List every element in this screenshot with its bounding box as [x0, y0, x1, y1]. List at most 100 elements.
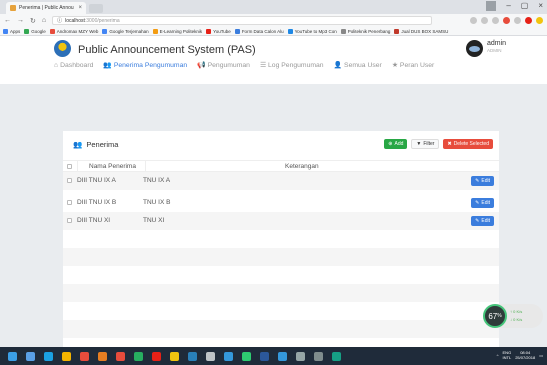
favicon-icon: [10, 5, 16, 11]
tab-title: Penerima | Public Annou: [19, 5, 74, 11]
app-icon[interactable]: [80, 351, 89, 361]
forward-icon[interactable]: →: [17, 17, 24, 24]
opera-icon[interactable]: [152, 351, 161, 361]
row-checkbox[interactable]: [67, 200, 72, 205]
menu-item-penerima[interactable]: 👥 Penerima Pengumuman: [103, 61, 187, 70]
bookmark-item[interactable]: E-Learning Politeknik: [152, 28, 202, 34]
row-note: TNU IX B: [143, 199, 171, 206]
maximize-icon[interactable]: ▢: [521, 1, 529, 11]
network-speed-widget[interactable]: 67% ↑ 0 K/s ↓ 0 K/s: [483, 304, 543, 328]
new-tab-button[interactable]: [89, 4, 103, 13]
upload-speed: ↑ 0 K/s: [510, 309, 523, 314]
edit-button[interactable]: ✎ Edit: [471, 176, 494, 186]
user-avatar[interactable]: [466, 40, 483, 57]
zoom-icon[interactable]: [470, 17, 477, 24]
app-icon[interactable]: [332, 351, 341, 361]
column-divider: [77, 161, 78, 172]
reload-icon[interactable]: ↻: [30, 17, 36, 25]
bookmark-icon: [102, 28, 108, 34]
bookmark-icon: [24, 28, 30, 34]
download-speed: ↓ 0 K/s: [510, 317, 523, 322]
app-icon[interactable]: [224, 351, 233, 361]
bookmark-item[interactable]: Form Data Calon Alu: [234, 28, 284, 34]
app-icon[interactable]: [134, 351, 143, 361]
app-title: Public Announcement System (PAS): [78, 44, 256, 56]
opera-icon[interactable]: [525, 17, 532, 24]
bookmark-item[interactable]: Apps: [3, 28, 20, 34]
bookmark-item[interactable]: Google: [24, 28, 46, 34]
bookmark-item[interactable]: Politeknik Penerbang: [340, 28, 390, 34]
extension-icon[interactable]: [536, 17, 543, 24]
bookmark-icon: [340, 28, 346, 34]
app-icon[interactable]: [98, 351, 107, 361]
row-checkbox[interactable]: [67, 218, 72, 223]
empty-row: [63, 284, 499, 302]
menu-item-roles[interactable]: ★ Peran User: [392, 61, 434, 70]
chevron-up-icon[interactable]: ^: [497, 353, 499, 358]
app-icon[interactable]: [44, 351, 53, 361]
extension-icon[interactable]: [514, 17, 521, 24]
folder-icon[interactable]: [170, 351, 179, 361]
menu-item-users[interactable]: 👤 Semua User: [334, 61, 382, 70]
bookmark-icon: [287, 28, 293, 34]
windows-start-icon[interactable]: [8, 351, 17, 361]
app-icon[interactable]: [242, 351, 251, 361]
filter-button[interactable]: ▼ Filter: [411, 139, 440, 149]
word-icon[interactable]: [260, 351, 269, 361]
chrome-icon[interactable]: [62, 351, 71, 361]
bookmark-item[interactable]: Andromax MZY Web: [49, 28, 98, 34]
filter-icon: ▼: [416, 141, 422, 147]
search-icon[interactable]: [26, 351, 35, 361]
select-all-checkbox[interactable]: [67, 164, 72, 169]
menu-item-dashboard[interactable]: ⌂ Dashboard: [54, 61, 93, 69]
row-name: DIII TNU XI: [77, 217, 111, 224]
extension-icons: [470, 17, 543, 24]
bookmark-icon: [152, 28, 158, 34]
edit-button[interactable]: ✎ Edit: [471, 198, 494, 208]
tab-close-icon[interactable]: ×: [78, 5, 82, 11]
row-note: TNU IX A: [143, 177, 171, 184]
menu-item-pengumuman[interactable]: 📢 Pengumuman: [197, 61, 250, 70]
minimize-icon[interactable]: –: [506, 1, 510, 11]
clock[interactable]: 08:04 25/07/2018: [515, 350, 535, 360]
app-icon[interactable]: [116, 351, 125, 361]
app-icon[interactable]: [188, 351, 197, 361]
row-checkbox[interactable]: [67, 178, 72, 183]
empty-row: [63, 248, 499, 266]
back-icon[interactable]: ←: [4, 17, 11, 24]
bookmark-star-icon[interactable]: [481, 17, 488, 24]
app-logo: [54, 40, 71, 57]
gear-icon[interactable]: [296, 351, 305, 361]
extension-icon[interactable]: [503, 17, 510, 24]
speed-percent: 67%: [483, 304, 507, 328]
bookmark-item[interactable]: Google Terjemahan: [102, 28, 149, 34]
column-header-name[interactable]: Nama Penerima: [89, 163, 136, 170]
app-icon[interactable]: [314, 351, 323, 361]
address-bar[interactable]: ⓘ localhost:3000/penerima: [52, 16, 433, 25]
profile-icon[interactable]: [486, 1, 497, 11]
home-icon[interactable]: ⌂: [42, 17, 46, 24]
table-header: Nama Penerima Keterangan: [63, 160, 499, 172]
close-window-icon[interactable]: ×: [538, 1, 543, 11]
bookmark-item[interactable]: YouTube: [206, 28, 231, 34]
extension-icon[interactable]: [492, 17, 499, 24]
url-host: localhost: [65, 17, 85, 24]
user-name[interactable]: admin: [487, 40, 506, 47]
edit-icon: ✎: [475, 178, 480, 184]
app-icon[interactable]: [206, 351, 215, 361]
bookmark-item[interactable]: YouTube to Mp3 Con: [287, 28, 337, 34]
delete-selected-button[interactable]: ✖ Delete Selected: [443, 139, 493, 149]
notification-icon[interactable]: ▭: [539, 353, 543, 358]
menu-item-log[interactable]: ☰ Log Pengumuman: [260, 61, 324, 70]
app-header: Public Announcement System (PAS) admin A…: [0, 36, 547, 84]
add-button[interactable]: ⊕ Add: [384, 139, 408, 149]
app-icon[interactable]: [278, 351, 287, 361]
browser-tab[interactable]: Penerima | Public Annou ×: [6, 2, 86, 14]
bookmark-icon: [394, 28, 400, 34]
edit-button[interactable]: ✎ Edit: [471, 216, 494, 226]
bookmark-item[interactable]: Jual DUS BOX SAMSU: [394, 28, 448, 34]
megaphone-icon: 📢: [197, 62, 206, 69]
column-header-note[interactable]: Keterangan: [285, 163, 319, 170]
row-name: DIII TNU IX B: [77, 199, 117, 206]
language-indicator[interactable]: ENG INTL: [503, 350, 512, 360]
